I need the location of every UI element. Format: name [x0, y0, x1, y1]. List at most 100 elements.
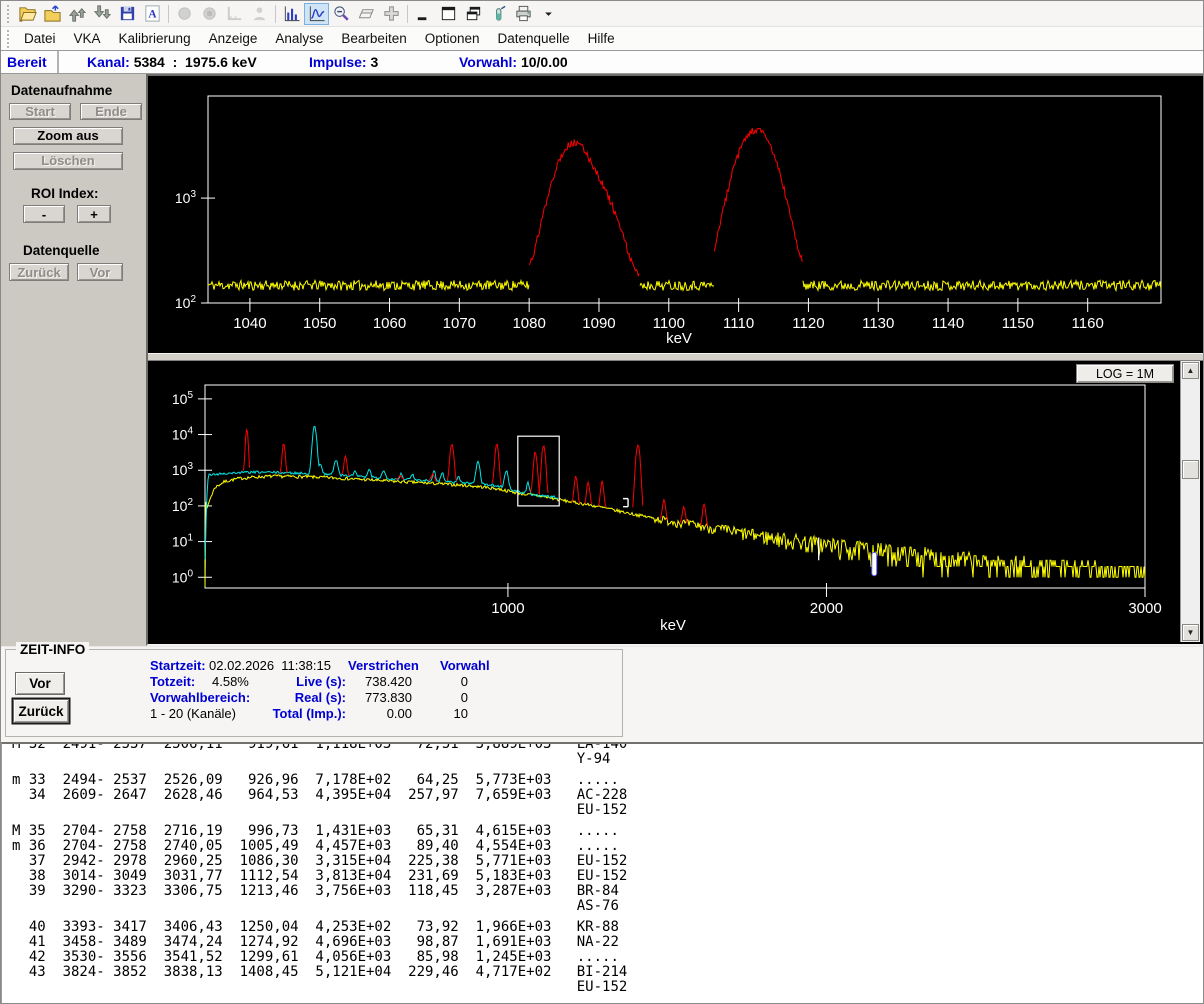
peak-report-pane[interactable]: M 32 2491- 2537 2506,11 919,61 1,118E+03…: [1, 742, 1203, 1004]
scrollbar-thumb[interactable]: [1182, 460, 1199, 479]
svg-text:1140: 1140: [932, 315, 964, 332]
live-label: Live (s):: [284, 674, 346, 689]
svg-text:1160: 1160: [1072, 315, 1104, 332]
zoom-out-icon[interactable]: [329, 3, 354, 25]
menu-item-optionen[interactable]: Optionen: [416, 28, 489, 49]
real-value: 773.830: [354, 690, 412, 705]
svg-text:1050: 1050: [303, 315, 336, 332]
save-icon[interactable]: [115, 3, 140, 25]
toolbar-separator: [168, 5, 169, 23]
loeschen-button[interactable]: Löschen: [13, 152, 123, 170]
datenquelle-label: Datenquelle: [23, 243, 146, 258]
start-button[interactable]: Start: [9, 103, 71, 120]
zeit-zurueck-button[interactable]: Zurück: [13, 699, 69, 723]
axes-icon[interactable]: [222, 3, 247, 25]
open-file-icon[interactable]: [15, 3, 40, 25]
menu-item-vka[interactable]: VKA: [65, 28, 110, 49]
menu-item-analyse[interactable]: Analyse: [266, 28, 332, 49]
main-area: Datenaufnahme Start Ende Zoom aus Lösche…: [1, 74, 1203, 646]
zeit-vor-button[interactable]: Vor: [15, 672, 65, 695]
scroll-up-icon[interactable]: ▲: [1182, 362, 1199, 379]
totzeit-value: 4.58%: [212, 674, 249, 689]
svg-text:1150: 1150: [1002, 315, 1034, 332]
menu-item-hilfe[interactable]: Hilfe: [579, 28, 624, 49]
zoom-spectrum-chart[interactable]: 1040105010601070108010901100111011201130…: [148, 76, 1203, 353]
vka-application-window: A DateiVKAKalibrierungAnzeigeAnalyseBear…: [0, 0, 1204, 1004]
real-label: Real (s):: [284, 690, 346, 705]
minimize-icon[interactable]: [411, 3, 436, 25]
toolbar: A: [1, 1, 1203, 27]
total-label: Total (Imp.):: [260, 706, 346, 721]
svg-text:1070: 1070: [443, 315, 476, 332]
menu-item-kalibrierung[interactable]: Kalibrierung: [110, 28, 200, 49]
menu-item-datei[interactable]: Datei: [15, 28, 65, 49]
totzeit-label: Totzeit:: [150, 674, 195, 689]
datenquelle-zurueck-button[interactable]: Zurück: [9, 263, 69, 281]
startzeit-label: Startzeit:: [150, 658, 206, 673]
svg-text:keV: keV: [660, 617, 686, 634]
svg-text:A: A: [148, 8, 157, 20]
chart-divider[interactable]: [148, 353, 1203, 361]
bar-chart-icon[interactable]: [279, 3, 304, 25]
cascade-icon[interactable]: [461, 3, 486, 25]
svg-text:1040: 1040: [233, 315, 266, 332]
operator-icon[interactable]: [247, 3, 272, 25]
kanaele-value: 1 - 20 (Kanäle): [150, 706, 236, 721]
svg-text:2000: 2000: [810, 600, 843, 617]
move-down-icon[interactable]: [90, 3, 115, 25]
stop-icon[interactable]: [197, 3, 222, 25]
svg-text:keV: keV: [666, 330, 692, 347]
maximize-icon[interactable]: [436, 3, 461, 25]
vorwahlbereich-label: Vorwahlbereich:: [150, 690, 250, 705]
live-vorwahl-value: 0: [436, 674, 468, 689]
roi-plus-button[interactable]: +: [77, 205, 111, 223]
move-up-icon[interactable]: [65, 3, 90, 25]
startzeit-value: 02.02.2026 11:38:15: [209, 658, 331, 673]
toolbar-grip[interactable]: [7, 5, 11, 23]
zeit-info-strip: ZEIT-INFO Vor Zurück Startzeit: 02.02.20…: [1, 646, 1203, 742]
live-value: 738.420: [354, 674, 412, 689]
status-kanal: Kanal: 5384 : 1975.6 keV: [87, 54, 257, 70]
svg-text:1000: 1000: [491, 600, 524, 617]
total-vorwahl-value: 10: [432, 706, 468, 721]
import-folder-icon[interactable]: [40, 3, 65, 25]
zeit-info-title: ZEIT-INFO: [16, 642, 89, 657]
svg-text:1090: 1090: [582, 315, 615, 332]
log-scale-button[interactable]: LOG = 1M: [1076, 364, 1174, 383]
menubar-grip[interactable]: [7, 30, 11, 48]
status-ready: Bereit: [1, 51, 59, 73]
control-panel: Datenaufnahme Start Ende Zoom aus Lösche…: [1, 74, 146, 646]
roi-minus-button[interactable]: -: [23, 205, 65, 223]
vorwahl-header: Vorwahl: [440, 658, 490, 673]
zoom-aus-button[interactable]: Zoom aus: [13, 127, 123, 145]
sample-icon[interactable]: [486, 3, 511, 25]
vertical-scrollbar[interactable]: ▲ ▼: [1180, 361, 1200, 642]
font-icon[interactable]: A: [140, 3, 165, 25]
svg-text:3000: 3000: [1128, 600, 1161, 617]
status-vorwahl: Vorwahl: 10/0.00: [459, 54, 568, 70]
menu-item-anzeige[interactable]: Anzeige: [200, 28, 267, 49]
full-spectrum-chart[interactable]: 100020003000keV100101102103104105 LOG = …: [148, 361, 1203, 642]
zeit-info-groupbox: ZEIT-INFO Vor Zurück Startzeit: 02.02.20…: [5, 649, 623, 737]
layers-icon[interactable]: [354, 3, 379, 25]
ende-button[interactable]: Ende: [80, 103, 142, 120]
more-icon[interactable]: [536, 3, 561, 25]
menu-item-bearbeiten[interactable]: Bearbeiten: [332, 28, 415, 49]
statusbar: Bereit Kanal: 5384 : 1975.6 keV Impulse:…: [1, 50, 1203, 74]
scroll-down-icon[interactable]: ▼: [1182, 624, 1199, 641]
toolbar-separator: [407, 5, 408, 23]
status-fields: Kanal: 5384 : 1975.6 keV Impulse: 3 Vorw…: [59, 51, 1203, 73]
print-icon[interactable]: [511, 3, 536, 25]
toolbar-separator: [275, 5, 276, 23]
curve-chart-icon[interactable]: [304, 3, 329, 25]
svg-text:1120: 1120: [792, 315, 824, 332]
peak-report-text: M 32 2491- 2537 2506,11 919,61 1,118E+03…: [2, 742, 1203, 995]
datenquelle-vor-button[interactable]: Vor: [77, 263, 123, 281]
add-icon[interactable]: [379, 3, 404, 25]
menu-item-datenquelle[interactable]: Datenquelle: [489, 28, 579, 49]
record-icon[interactable]: [172, 3, 197, 25]
svg-text:1110: 1110: [723, 315, 754, 332]
verstrichen-header: Verstrichen: [348, 658, 419, 673]
total-value: 0.00: [354, 706, 412, 721]
svg-text:1080: 1080: [512, 315, 545, 332]
